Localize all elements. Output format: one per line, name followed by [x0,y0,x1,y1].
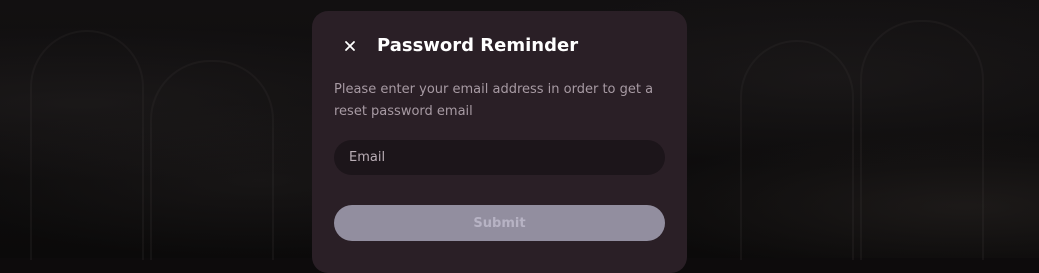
modal-title: Password Reminder [377,35,579,56]
background-arch [30,30,144,260]
close-icon [345,41,355,51]
modal-description: Please enter your email address in order… [334,82,654,119]
password-reminder-modal: Password Reminder Please enter your emai… [312,11,687,273]
submit-button[interactable]: Submit [334,205,665,241]
email-field[interactable] [334,140,665,175]
close-button[interactable] [339,35,361,57]
background-arch [740,40,854,260]
background-arch [860,20,984,260]
background-arch [150,60,274,260]
